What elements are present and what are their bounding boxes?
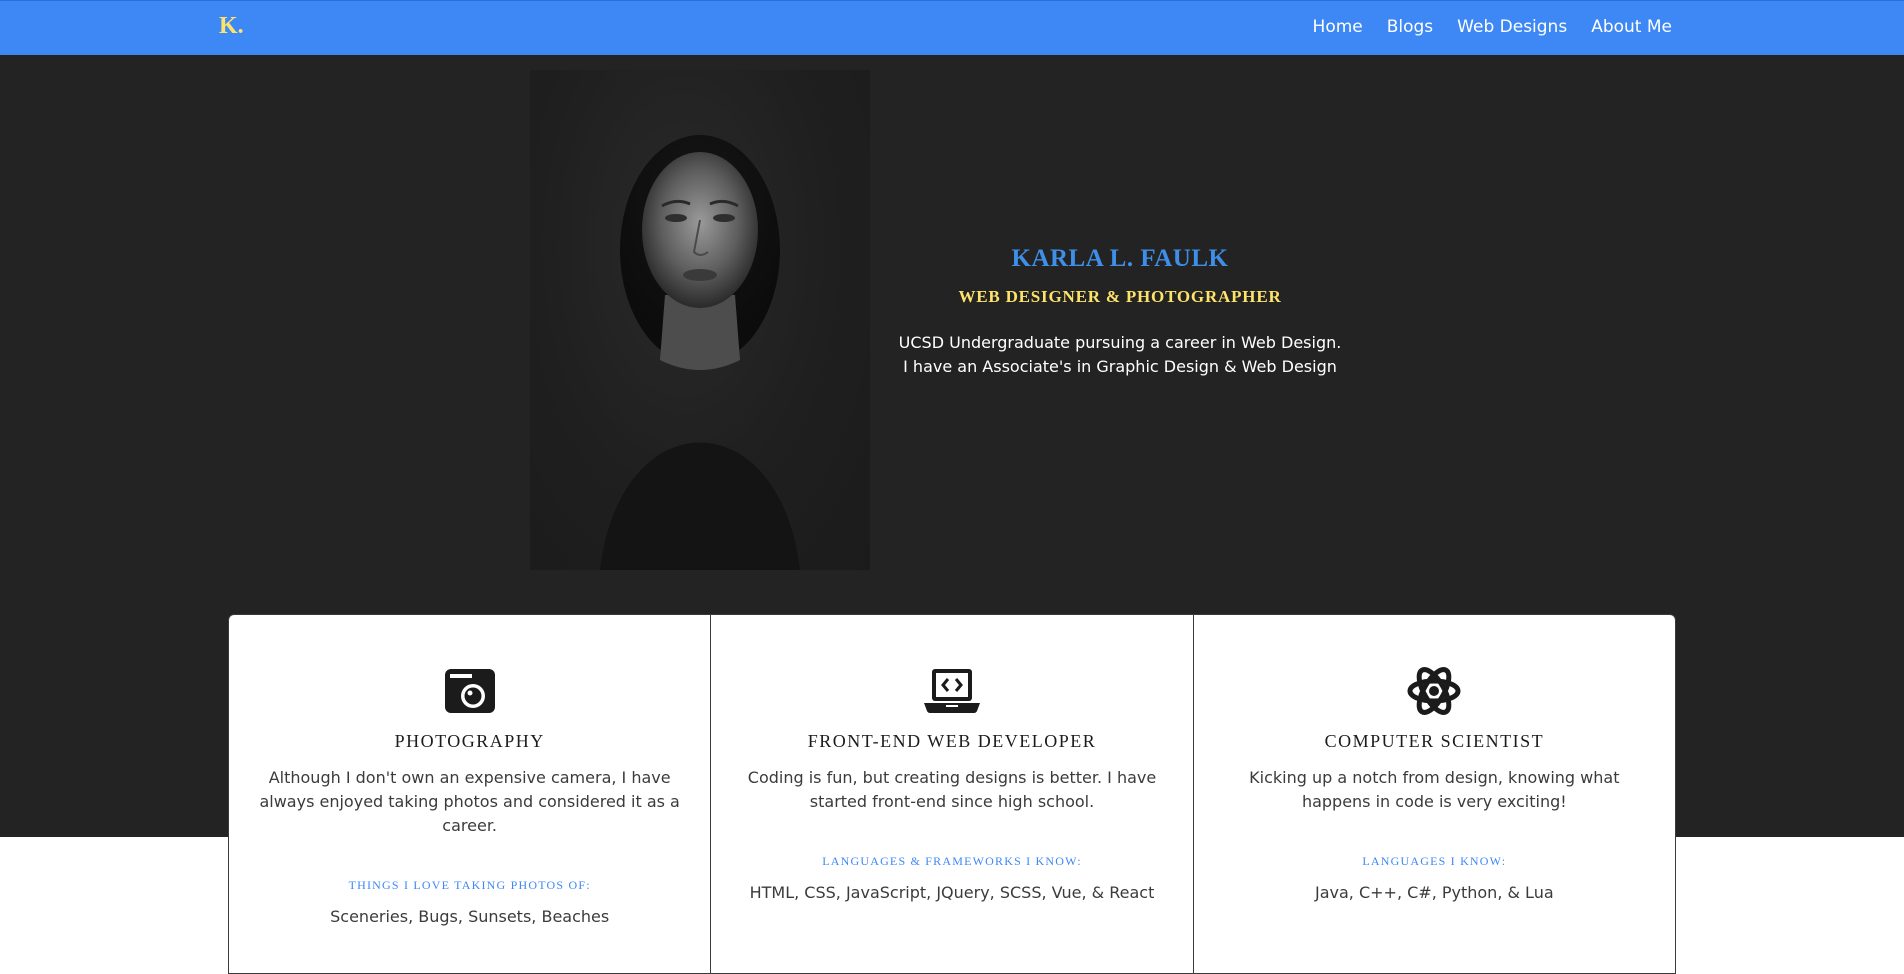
card-subheading: LANGUAGES & FRAMEWORKS I KNOW: xyxy=(822,854,1082,868)
profile-photo-illustration xyxy=(600,135,800,570)
hero-description-line-1: UCSD Undergraduate pursuing a career in … xyxy=(898,333,1342,352)
atom-icon xyxy=(1404,661,1464,721)
card-list: Sceneries, Bugs, Sunsets, Beaches xyxy=(330,907,610,926)
nav-link-web-designs[interactable]: Web Designs xyxy=(1457,17,1567,37)
card-front-end-web-developer: FRONT-END WEB DEVELOPER Coding is fun, b… xyxy=(710,615,1192,973)
top-navbar: K. Home Blogs Web Designs About Me xyxy=(0,0,1904,55)
hero-description-line-2: I have an Associate's in Graphic Design … xyxy=(903,357,1337,376)
card-photography: PHOTOGRAPHY Although I don't own an expe… xyxy=(229,615,710,973)
profile-photo xyxy=(530,70,870,570)
card-subheading: THINGS I LOVE TAKING PHOTOS OF: xyxy=(348,878,591,892)
hero-description: UCSD Undergraduate pursuing a career in … xyxy=(870,331,1370,379)
nav-link-about-me[interactable]: About Me xyxy=(1591,17,1672,37)
card-subheading: LANGUAGES I KNOW: xyxy=(1362,854,1507,868)
nav-link-blogs[interactable]: Blogs xyxy=(1387,17,1433,37)
card-computer-scientist: COMPUTER SCIENTIST Kicking up a notch fr… xyxy=(1192,615,1675,973)
laptop-code-icon xyxy=(922,661,982,721)
hero-intro: KARLA L. FAULK WEB DESIGNER & PHOTOGRAPH… xyxy=(870,245,1370,379)
nav-link-home[interactable]: Home xyxy=(1313,17,1363,37)
card-title: COMPUTER SCIENTIST xyxy=(1324,731,1545,751)
card-list: HTML, CSS, JavaScript, JQuery, SCSS, Vue… xyxy=(749,883,1155,902)
card-description: Coding is fun, but creating designs is b… xyxy=(747,768,1157,811)
skills-cards: PHOTOGRAPHY Although I don't own an expe… xyxy=(228,614,1676,974)
camera-icon xyxy=(440,661,500,721)
card-list: Java, C++, C#, Python, & Lua xyxy=(1314,883,1554,902)
brand-logo[interactable]: K. xyxy=(219,13,244,40)
card-title: PHOTOGRAPHY xyxy=(394,731,545,751)
hero-name: KARLA L. FAULK xyxy=(1011,245,1229,272)
card-title: FRONT-END WEB DEVELOPER xyxy=(807,731,1097,751)
nav-links: Home Blogs Web Designs About Me xyxy=(1313,17,1672,37)
card-description: Although I don't own an expensive camera… xyxy=(259,768,680,835)
hero-role: WEB DESIGNER & PHOTOGRAPHER xyxy=(958,287,1282,306)
card-description: Kicking up a notch from design, knowing … xyxy=(1249,768,1620,811)
